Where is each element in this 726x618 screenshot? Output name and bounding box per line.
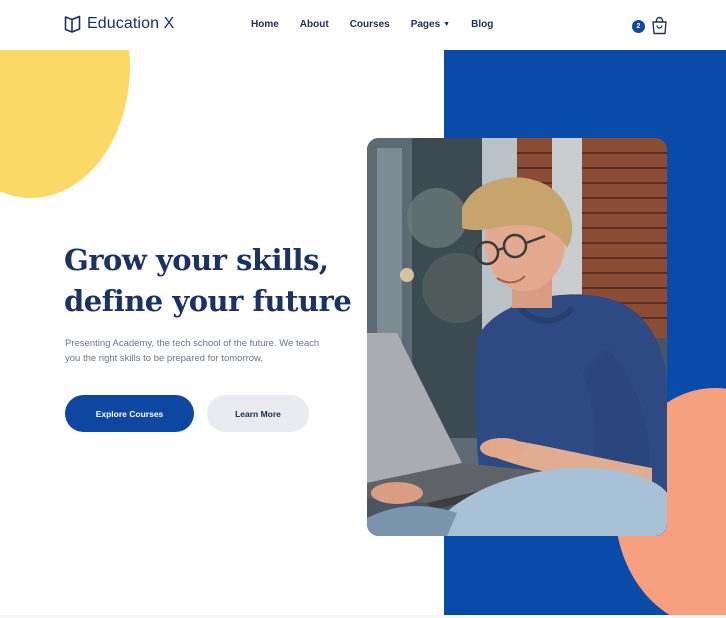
hero-description-line2: you the right skills to be prepared for … — [65, 353, 264, 364]
hero-image — [367, 138, 667, 536]
nav-pages-label: Pages — [410, 19, 441, 30]
explore-courses-button[interactable]: Explore Courses — [65, 395, 194, 432]
cart-count-badge: 2 — [632, 20, 645, 33]
nav-pages-dropdown[interactable]: Pages ▼ — [411, 19, 450, 30]
book-open-icon — [64, 15, 81, 33]
main-nav: Home About Courses Pages ▼ Blog — [251, 19, 514, 30]
nav-blog[interactable]: Blog — [471, 19, 493, 30]
hero-title: Grow your skills, define your future — [64, 240, 364, 322]
hero-description-line1: Presenting Academy, the tech school of t… — [65, 338, 320, 349]
landing-page: Education X Home About Courses Pages ▼ B… — [0, 0, 726, 618]
brand-name: Education X — [87, 15, 175, 32]
student-laptop-illustration — [367, 138, 667, 536]
hero-title-line2: define your future — [64, 284, 352, 318]
chevron-down-icon: ▼ — [443, 21, 451, 28]
shopping-bag-icon[interactable] — [651, 16, 668, 35]
hero-title-line1: Grow your skills, — [64, 243, 329, 277]
nav-home[interactable]: Home — [251, 19, 279, 30]
nav-courses[interactable]: Courses — [350, 19, 390, 30]
nav-about[interactable]: About — [300, 19, 329, 30]
site-header: Education X Home About Courses Pages ▼ B… — [0, 0, 726, 50]
brand-logo[interactable]: Education X — [64, 14, 174, 34]
hero-description: Presenting Academy, the tech school of t… — [65, 336, 345, 366]
learn-more-button[interactable]: Learn More — [207, 395, 309, 432]
